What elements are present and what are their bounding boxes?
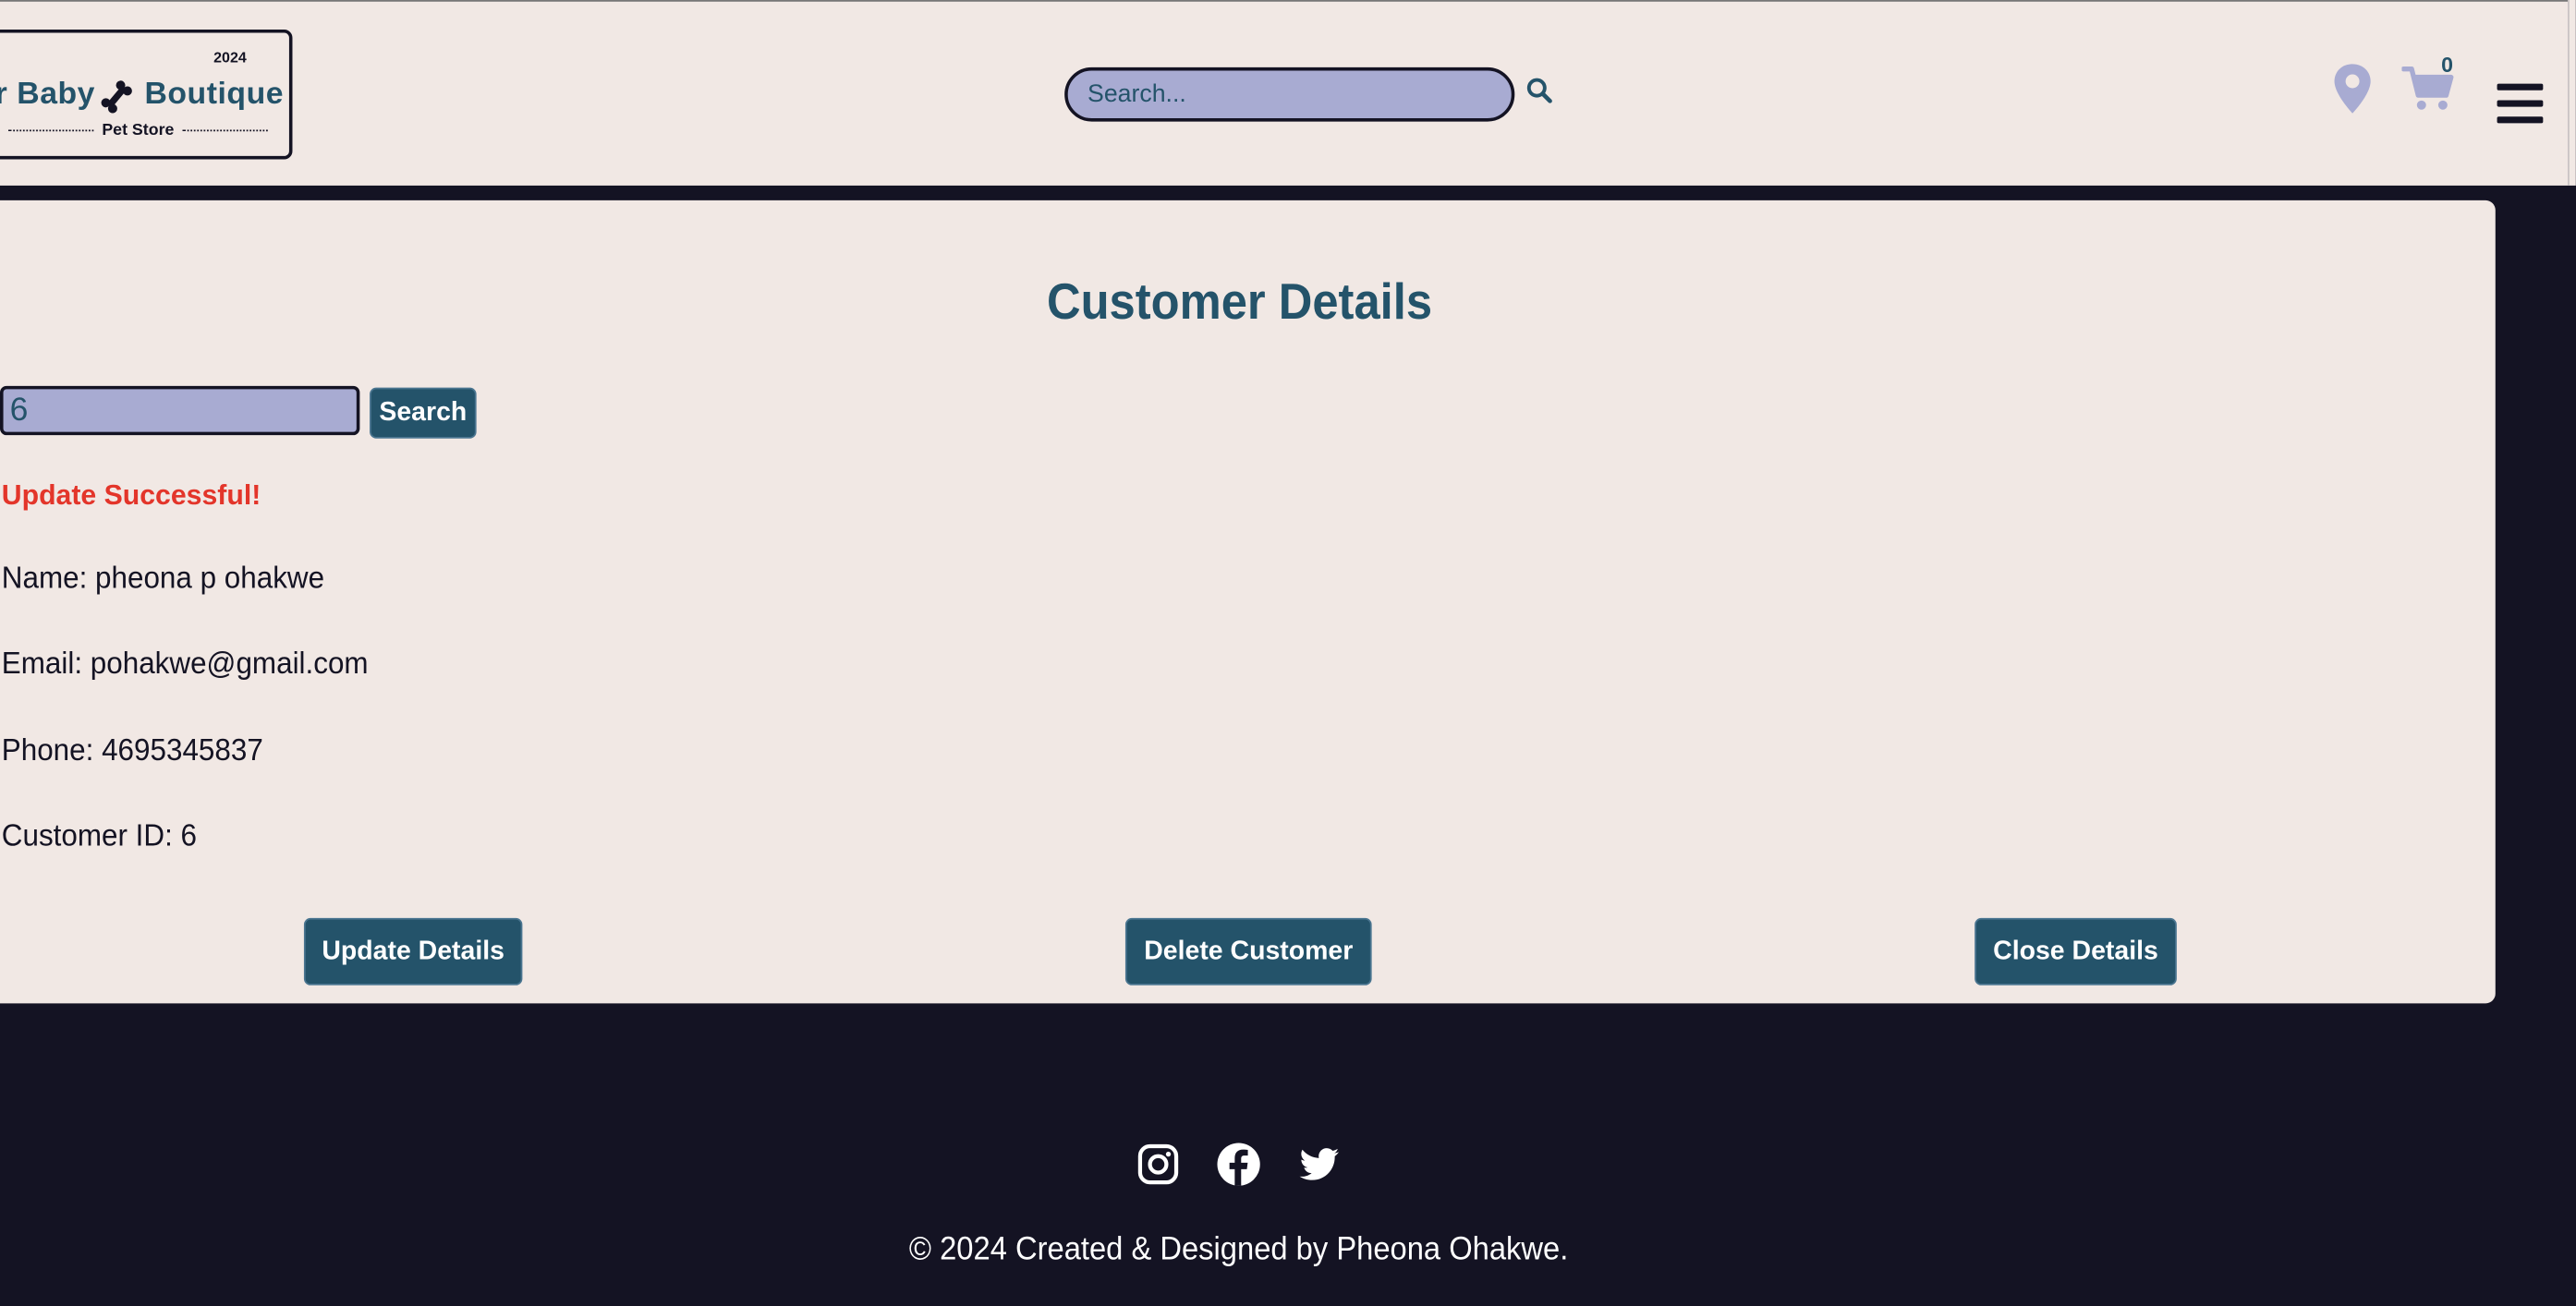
- update-details-button[interactable]: Update Details: [303, 917, 523, 986]
- site-header: 2024 r Baby Boutique Pet Store Search...…: [0, 0, 2569, 186]
- instagram-icon[interactable]: [1136, 1142, 1182, 1188]
- page-root: 2024 r Baby Boutique Pet Store Search...…: [0, 0, 2576, 1306]
- map-pin-icon[interactable]: [2333, 63, 2373, 115]
- customer-email: Email: pohakwe@gmail.com: [1, 647, 369, 682]
- logo-subtitle: Pet Store: [102, 121, 175, 140]
- page-title: Customer Details: [1046, 272, 1433, 331]
- customer-name: Name: pheona p ohakwe: [1, 562, 325, 597]
- bone-icon: [101, 80, 132, 114]
- logo-subtitle-row: Pet Store: [0, 121, 289, 140]
- logo-word-right: Boutique: [144, 77, 285, 112]
- site-search-input[interactable]: [1064, 67, 1515, 122]
- logo-word-left: r Baby: [0, 77, 96, 112]
- store-logo[interactable]: 2024 r Baby Boutique Pet Store: [0, 30, 293, 160]
- customer-phone: Phone: 4695345837: [1, 733, 263, 769]
- logo-year: 2024: [213, 49, 247, 67]
- customer-id: Customer ID: 6: [1, 819, 198, 854]
- customer-id-search-input[interactable]: [0, 385, 360, 436]
- footer-copyright: © 2024 Created & Designed by Pheona Ohak…: [908, 1231, 1569, 1268]
- search-button[interactable]: Search: [370, 387, 477, 439]
- delete-customer-button[interactable]: Delete Customer: [1124, 917, 1372, 986]
- facebook-icon[interactable]: [1216, 1142, 1262, 1188]
- hamburger-menu-icon[interactable]: [2496, 80, 2545, 127]
- cart-count-badge: 0: [2441, 52, 2453, 78]
- twitter-icon[interactable]: [1296, 1142, 1343, 1188]
- search-icon[interactable]: [1526, 78, 1552, 103]
- status-message: Update Successful!: [1, 479, 261, 511]
- close-details-button[interactable]: Close Details: [1975, 917, 2177, 986]
- logo-divider-right: [182, 129, 268, 132]
- window-edge: [2568, 0, 2576, 186]
- logo-divider-left: [7, 129, 94, 132]
